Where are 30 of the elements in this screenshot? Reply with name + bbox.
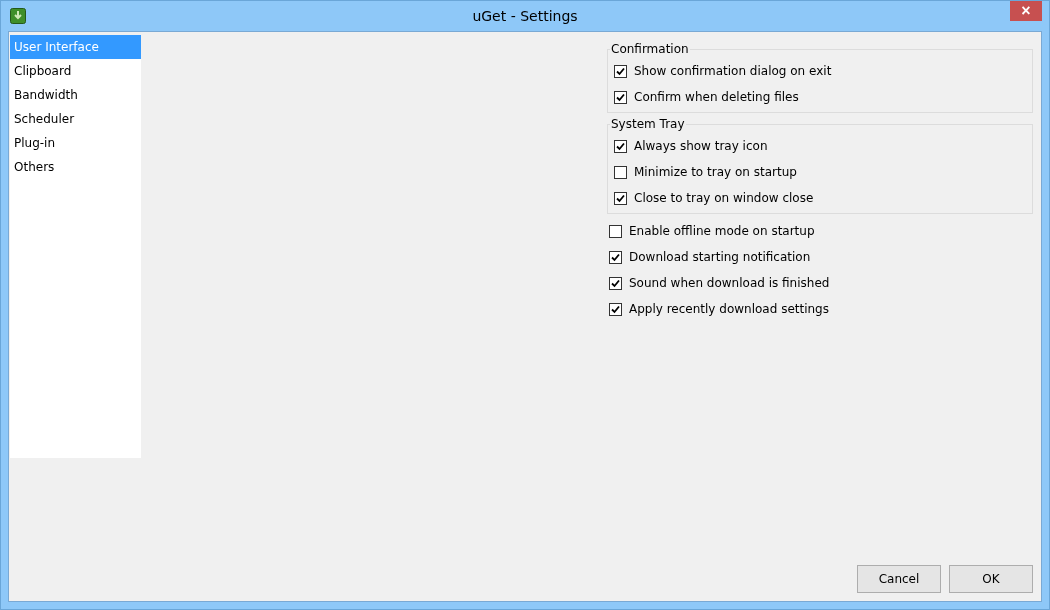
dialog-button[interactable]: Cancel	[857, 565, 941, 593]
checkbox[interactable]	[614, 139, 627, 153]
category-item[interactable]: Plug-in	[10, 131, 141, 155]
checkbox[interactable]	[609, 224, 622, 238]
checkbox[interactable]	[614, 90, 627, 104]
checkbox[interactable]	[614, 64, 627, 78]
category-item[interactable]: Bandwidth	[10, 83, 141, 107]
checkbox-label: Download starting notification	[629, 250, 811, 264]
checkbox[interactable]	[614, 165, 627, 179]
close-button[interactable]: ×	[1010, 1, 1042, 21]
dialog-button[interactable]: OK	[949, 565, 1033, 593]
checkbox[interactable]	[614, 191, 627, 205]
category-item[interactable]: Others	[10, 155, 141, 179]
category-item[interactable]: Clipboard	[10, 59, 141, 83]
group-title: System Tray	[610, 117, 686, 131]
checkbox-label: Always show tray icon	[634, 139, 768, 153]
app-icon	[10, 8, 26, 24]
checkbox-label: Close to tray on window close	[634, 191, 814, 205]
category-item[interactable]: Scheduler	[10, 107, 141, 131]
group-title: Confirmation	[610, 42, 690, 56]
checkbox[interactable]	[609, 276, 622, 290]
checkbox-label: Minimize to tray on startup	[634, 165, 797, 179]
checkbox[interactable]	[609, 250, 622, 264]
checkbox-label: Show confirmation dialog on exit	[634, 64, 832, 78]
checkbox-label: Apply recently download settings	[629, 302, 829, 316]
checkbox-label: Confirm when deleting files	[634, 90, 799, 104]
checkbox-label: Enable offline mode on startup	[629, 224, 815, 238]
checkbox[interactable]	[609, 302, 622, 316]
window-title: uGet - Settings	[471, 7, 579, 24]
checkbox-label: Sound when download is finished	[629, 276, 830, 290]
